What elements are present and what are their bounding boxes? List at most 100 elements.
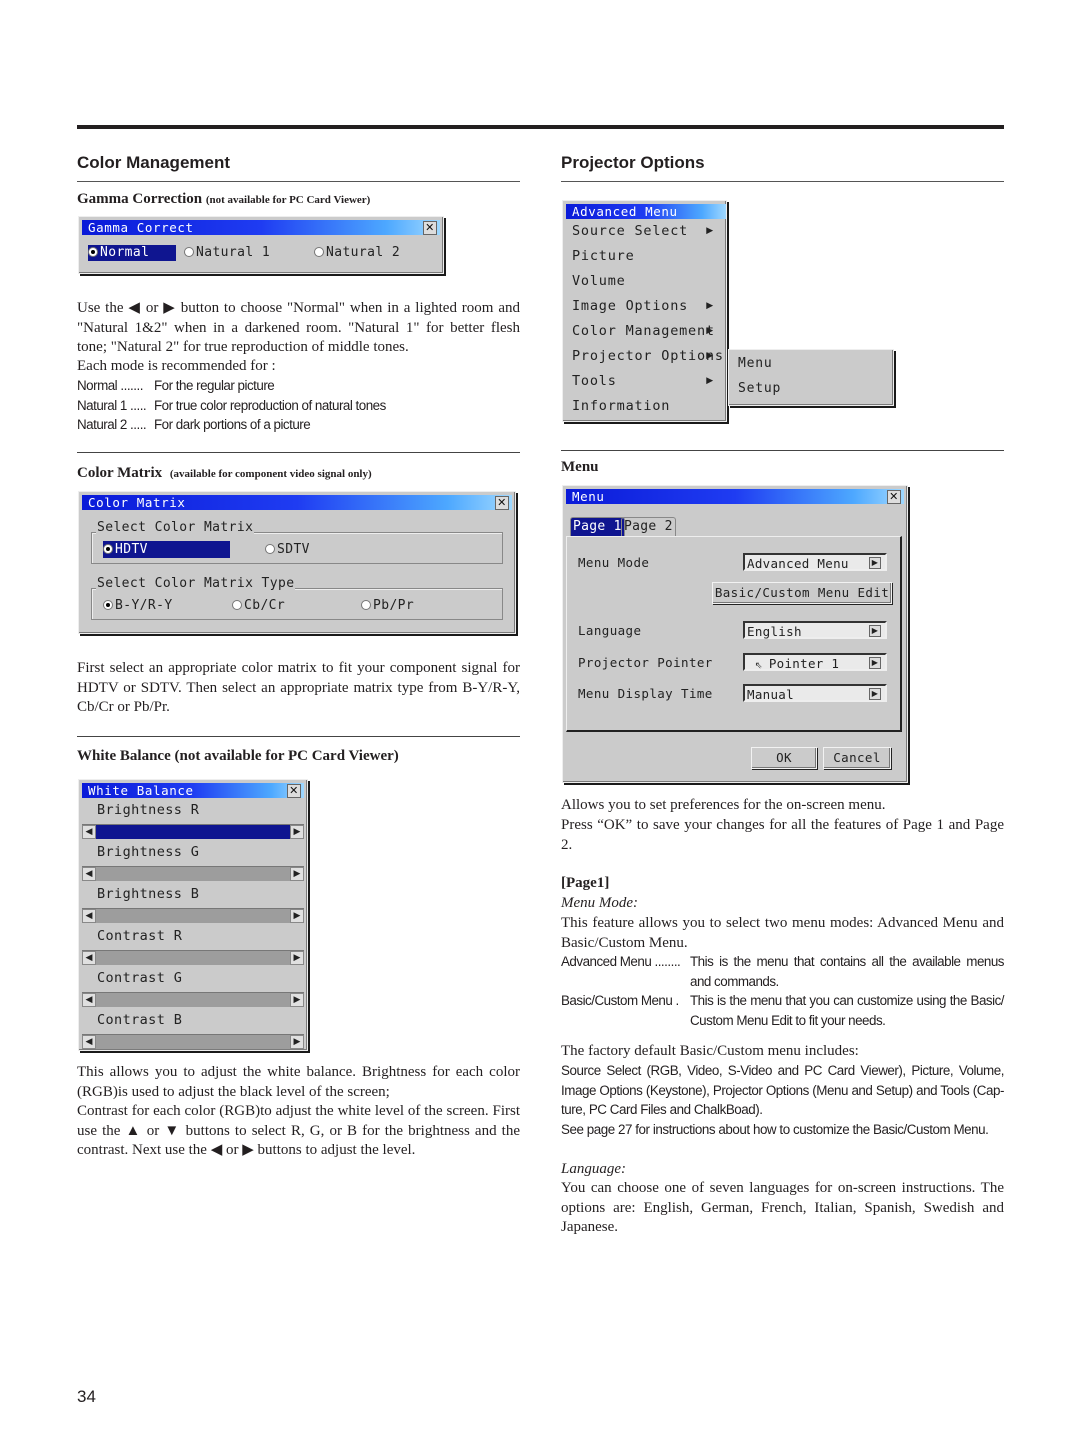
radio-icon — [361, 600, 371, 610]
white-balance-window: White Balance ✕ Brightness R ◀ ▶ Brightness… — [78, 779, 308, 1051]
radio-icon — [265, 544, 275, 554]
slider-brightness-r[interactable]: ◀ ▶ — [82, 824, 304, 839]
mode-desc: For dark portions of a picture — [154, 417, 311, 432]
section-title-projector-options: Projector Options — [561, 153, 705, 172]
gamma-option-natural1[interactable]: Natural 1 — [184, 245, 270, 261]
arrow-right-icon[interactable]: ▶ — [290, 867, 304, 881]
tab-page-1[interactable]: Page 1 — [570, 517, 625, 536]
white-balance-description-2: Contrast for each color (RGB)to adjust t… — [77, 1103, 520, 1159]
submenu-item-menu[interactable]: Menu — [738, 356, 773, 371]
language-label: Language — [578, 623, 642, 638]
white-balance-window-title: White Balance — [88, 783, 194, 798]
menu-item-projector-options[interactable]: Projector Options ▶ — [572, 348, 723, 364]
arrow-left-icon[interactable]: ◀ — [82, 909, 96, 923]
gamma-mode-intro: Each mode is recommended for : — [77, 358, 276, 374]
section-rule — [77, 181, 520, 182]
menu-item-picture[interactable]: Picture — [572, 248, 720, 264]
mode-desc: This is the menu that you can customize … — [690, 993, 1005, 1028]
menu-display-time-select[interactable]: Manual ▶ — [743, 684, 887, 702]
mode-desc: This is the menu that contains all the a… — [690, 954, 1005, 989]
option-label: HDTV — [115, 542, 148, 557]
gamma-title-bar: Gamma Correct ✕ — [82, 220, 440, 235]
select-value: English — [747, 624, 802, 639]
menu-mode-subheading: Menu Mode: — [561, 895, 639, 911]
menu-item-volume[interactable]: Volume — [572, 273, 720, 289]
slider-label: Contrast G — [97, 970, 183, 986]
menu-item-information[interactable]: Information — [572, 398, 720, 414]
tab-page-2[interactable]: Page 2 — [621, 517, 676, 536]
see-page-note: See page 27 for instructions about how t… — [561, 1122, 989, 1137]
close-icon[interactable]: ✕ — [887, 490, 901, 504]
slider-brightness-g[interactable]: ◀ ▶ — [82, 866, 304, 881]
option-label: B-Y/R-Y — [115, 598, 173, 613]
arrow-left-icon[interactable]: ◀ — [82, 825, 96, 839]
gamma-heading: Gamma Correction (not available for PC C… — [77, 191, 370, 208]
color-matrix-window: Color Matrix ✕ Select Color Matrix HDTV … — [78, 491, 516, 634]
slider-contrast-r[interactable]: ◀ ▶ — [82, 950, 304, 965]
advanced-menu-window: Advanced Menu Source Select ▶ Picture Volum… — [562, 200, 727, 422]
option-label: Natural 1 — [196, 245, 271, 260]
arrow-right-icon: ▶ — [869, 557, 881, 569]
arrow-right-icon[interactable]: ▶ — [290, 1035, 304, 1049]
language-select[interactable]: English ▶ — [743, 621, 887, 639]
radio-icon — [232, 600, 242, 610]
slider-label: Contrast R — [97, 928, 183, 944]
option-label: SDTV — [277, 542, 310, 557]
advanced-menu-definition: Advanced Menu ........ This is the menu … — [561, 952, 1005, 992]
header-rule — [77, 125, 1004, 129]
menu-item-label: Information — [572, 398, 671, 414]
matrix-type-option-by-ry[interactable]: B-Y/R-Y — [103, 597, 173, 614]
option-label: Natural 2 — [326, 245, 401, 260]
select-value: Manual — [747, 687, 794, 702]
arrow-left-icon[interactable]: ◀ — [82, 993, 96, 1007]
arrow-left-icon[interactable]: ◀ — [82, 1035, 96, 1049]
option-label: Normal — [100, 245, 150, 260]
slider-label: Brightness G — [97, 844, 200, 860]
arrow-right-icon[interactable]: ▶ — [290, 993, 304, 1007]
basic-custom-menu-edit-button[interactable]: Basic/Custom Menu Edit — [712, 582, 892, 604]
matrix-option-sdtv[interactable]: SDTV — [265, 541, 310, 558]
slider-contrast-b[interactable]: ◀ ▶ — [82, 1034, 304, 1049]
close-icon[interactable]: ✕ — [423, 221, 437, 235]
radio-selected-icon — [88, 247, 98, 257]
submenu-item-setup[interactable]: Setup — [738, 381, 781, 396]
menu-item-tools[interactable]: Tools ▶ — [572, 373, 720, 389]
mode-term: Normal ....... — [77, 378, 143, 393]
menu-description-2: Press “OK” to save your changes for all … — [561, 817, 1004, 853]
gamma-option-natural2[interactable]: Natural 2 — [314, 245, 400, 261]
menu-item-label: Picture — [572, 248, 635, 264]
slider-contrast-g[interactable]: ◀ ▶ — [82, 992, 304, 1007]
arrow-right-icon[interactable]: ▶ — [290, 909, 304, 923]
menu-mode-select[interactable]: Advanced Menu ▶ — [743, 553, 887, 571]
matrix-type-option-cb-cr[interactable]: Cb/Cr — [232, 597, 285, 614]
option-label: Pb/Pr — [373, 598, 415, 613]
mode-term: Advanced Menu ........ — [561, 954, 681, 969]
factory-default-intro: The factory default Basic/Custom menu in… — [561, 1043, 859, 1059]
language-description: You can choose one of seven languages fo… — [561, 1180, 1004, 1236]
menu-item-color-management[interactable]: Color Management ▶ — [572, 323, 720, 339]
close-icon[interactable]: ✕ — [495, 496, 509, 510]
menu-item-label: Image Options — [572, 298, 689, 314]
mode-term: Natural 1 ..... — [77, 398, 147, 413]
matrix-type-option-pb-pr[interactable]: Pb/Pr — [361, 597, 414, 614]
arrow-left-icon[interactable]: ◀ — [82, 951, 96, 965]
group-label: Select Color Matrix — [96, 520, 255, 535]
menu-mode-label: Menu Mode — [578, 555, 650, 570]
matrix-option-hdtv[interactable]: HDTV — [103, 541, 230, 558]
arrow-right-icon[interactable]: ▶ — [290, 825, 304, 839]
gamma-option-normal[interactable]: Normal — [88, 245, 176, 261]
cancel-button[interactable]: Cancel — [823, 747, 891, 769]
menu-item-source-select[interactable]: Source Select ▶ — [572, 223, 720, 239]
radio-selected-icon — [103, 544, 113, 554]
close-icon[interactable]: ✕ — [287, 784, 301, 798]
radio-icon — [314, 247, 324, 257]
menu-item-label: Volume — [572, 273, 626, 289]
projector-pointer-select[interactable]: ⇖ Pointer 1 ▶ — [743, 653, 887, 671]
arrow-left-icon[interactable]: ◀ — [82, 867, 96, 881]
white-balance-heading: White Balance (not available for PC Card… — [77, 748, 399, 764]
ok-button[interactable]: OK — [751, 747, 817, 769]
menu-item-image-options[interactable]: Image Options ▶ — [572, 298, 720, 314]
arrow-right-icon[interactable]: ▶ — [290, 951, 304, 965]
color-matrix-window-title: Color Matrix — [88, 495, 186, 510]
slider-brightness-b[interactable]: ◀ ▶ — [82, 908, 304, 923]
